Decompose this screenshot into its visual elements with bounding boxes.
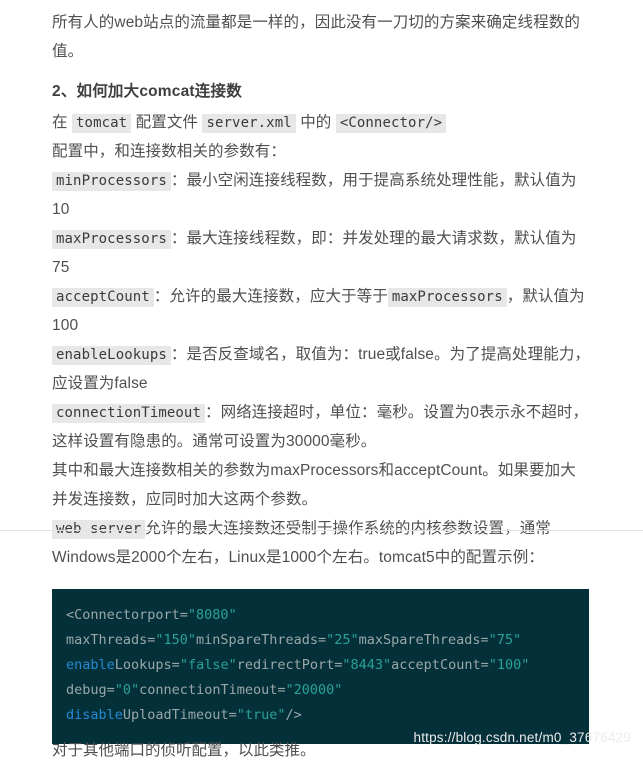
inline-code-minprocessors: minProcessors	[52, 172, 171, 191]
intro-paragraph: 所有人的web站点的流量都是一样的，因此没有一刀切的方案来确定线程数的值。	[52, 14, 580, 60]
params-intro-paragraph: 配置中，和连接数相关的参数有：	[52, 143, 287, 160]
param-connectiontimeout: connectionTimeout ：网络连接超时，单位：毫秒。设置为0表示永不超…	[52, 398, 591, 456]
param-minprocessors: minProcessors ：最小空闲连接线程数，用于提高系统处理性能，默认值为1…	[52, 166, 591, 224]
text-fragment: 中的	[300, 114, 332, 131]
code-token-plain: minSpareThreads=	[196, 632, 327, 648]
code-token-kw: disable	[66, 707, 123, 723]
inline-code-maxprocessors-ref: maxProcessors	[387, 288, 507, 307]
section-divider	[0, 530, 643, 531]
summary-paragraph: 其中和最大连接数相关的参数为maxProcessors和acceptCount。…	[52, 462, 576, 508]
webserver-paragraph: web server 允许的最大连接数还受制于操作系统的内核参数设置，通常Wind…	[52, 514, 591, 572]
code-token-plain: UploadTimeout=	[122, 707, 237, 723]
code-token-str: "150"	[155, 632, 197, 648]
code-token-plain: maxThreads=	[66, 632, 156, 648]
code-token-kw: enable	[66, 657, 115, 673]
article-page: 所有人的web站点的流量都是一样的，因此没有一刀切的方案来确定线程数的值。 2、…	[0, 0, 643, 759]
param-maxprocessors: maxProcessors ：最大连接线程数，即：并发处理的最大请求数，默认值为7…	[52, 224, 591, 282]
connector-location-paragraph: 在 tomcat 配置文件 server.xml 中的 <Connector/>	[52, 108, 591, 137]
article-body: 所有人的web站点的流量都是一样的，因此没有一刀切的方案来确定线程数的值。 2、…	[0, 0, 643, 572]
code-token-str: "8080"	[187, 607, 237, 623]
inline-code-enablelookups: enableLookups	[52, 346, 171, 365]
code-line: enableLookups="false"redirectPort="8443"…	[52, 653, 589, 678]
code-token-str: "75"	[488, 632, 522, 648]
section-heading: 2、如何加大comcat连接数	[52, 83, 242, 100]
inline-code-maxprocessors: maxProcessors	[52, 230, 171, 249]
code-token-str: "false"	[179, 657, 237, 673]
inline-code-tomcat: tomcat	[72, 114, 132, 133]
code-token-plain: maxSpareThreads=	[358, 632, 489, 648]
code-token-plain: Lookups=	[114, 657, 180, 673]
text-fragment: 在	[52, 114, 68, 131]
param-enablelookups: enableLookups ：是否反查域名，取值为：true或false。为了提高…	[52, 340, 591, 398]
code-token-plain: />	[285, 707, 302, 723]
inline-code-acceptcount: acceptCount	[52, 288, 154, 307]
code-token-str: "true"	[236, 707, 286, 723]
code-block[interactable]: <Connectorport="8080" maxThreads="150"min…	[52, 589, 589, 744]
inline-code-connectiontimeout: connectionTimeout	[52, 404, 205, 423]
code-token-str: "100"	[488, 657, 530, 673]
code-token-plain: debug=	[66, 682, 115, 698]
code-token-plain: redirectPort=	[236, 657, 343, 673]
code-token-str: "20000"	[285, 682, 343, 698]
param-acceptcount: acceptCount ：允许的最大连接数，应大于等于 maxProcessors，…	[52, 282, 591, 340]
code-token-plain: <Connectorport=	[66, 607, 188, 623]
param-description: ：允许的最大连接数，应大于等于	[153, 288, 388, 305]
code-token-str: "25"	[326, 632, 359, 648]
code-line: maxThreads="150"minSpareThreads="25"maxS…	[52, 628, 589, 653]
code-line: <Connectorport="8080"	[52, 603, 589, 628]
code-token-str: "8443"	[342, 657, 392, 673]
watermark-url: https://blog.csdn.net/m0_37676429	[413, 730, 631, 745]
code-token-str: "0"	[114, 682, 140, 698]
code-line: disableUploadTimeout="true"/>	[52, 703, 589, 728]
code-token-plain: connectionTimeout=	[139, 682, 286, 698]
inline-code-server-xml: server.xml	[202, 114, 296, 133]
code-token-plain: acceptCount=	[391, 657, 489, 673]
inline-code-connector-tag: <Connector/>	[335, 114, 447, 133]
text-fragment: 配置文件	[135, 114, 199, 131]
tail-paragraph: 对于其他端口的侦听配置，以此类推。	[52, 741, 316, 759]
code-line: debug="0"connectionTimeout="20000"	[52, 678, 589, 703]
